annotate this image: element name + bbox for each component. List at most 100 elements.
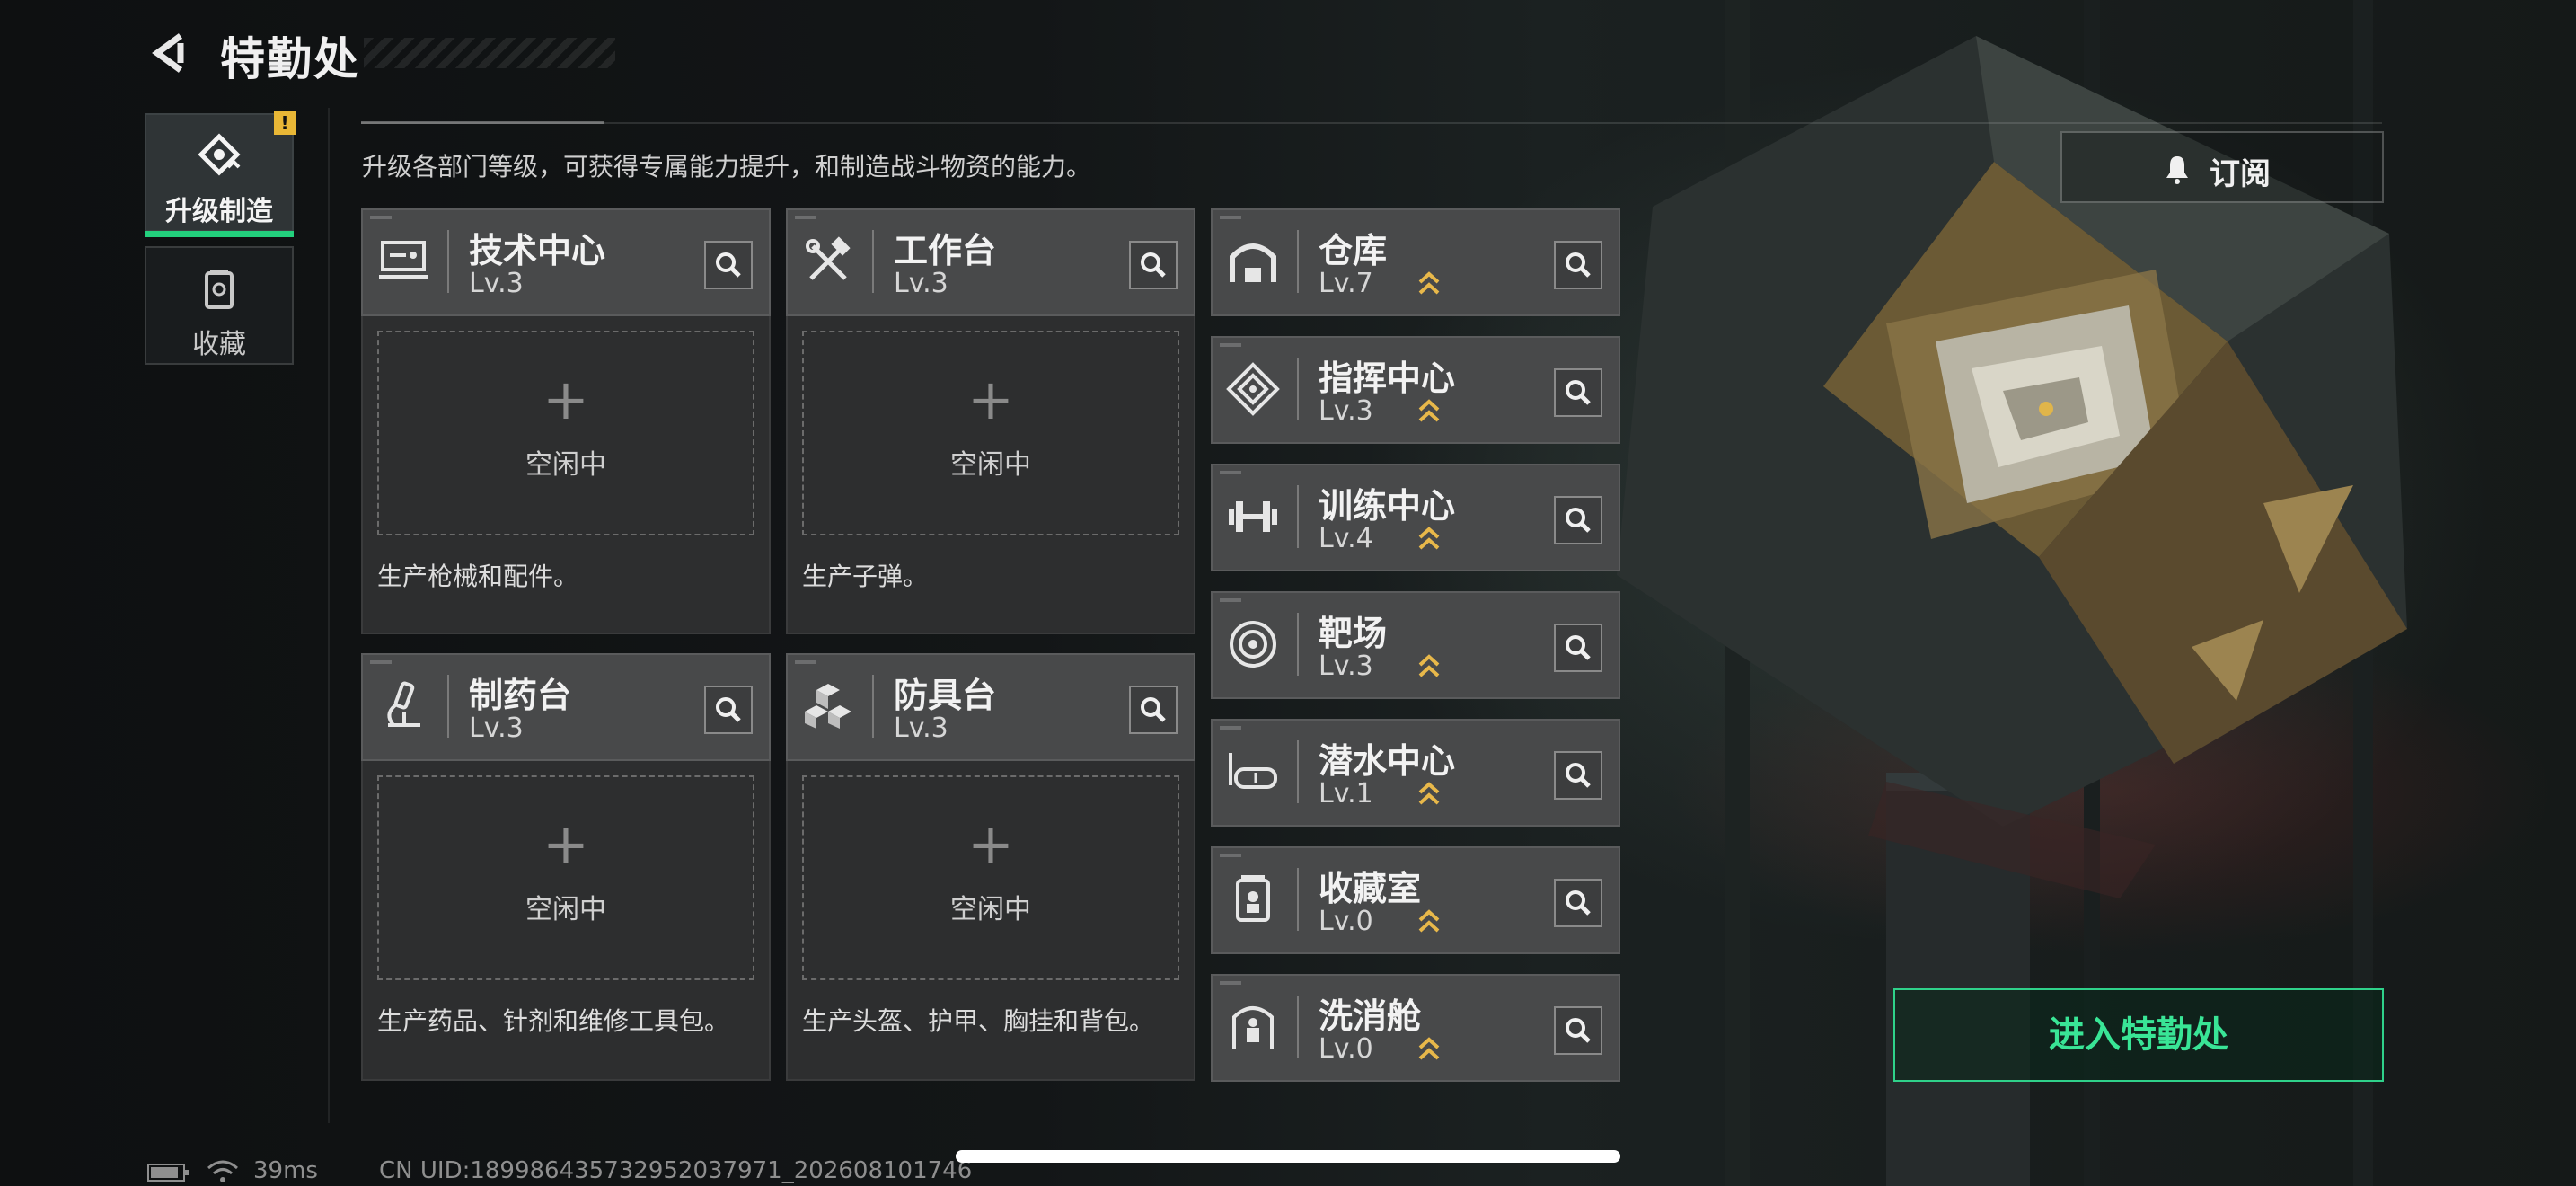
collection-icon bbox=[205, 270, 234, 309]
search-button[interactable] bbox=[1554, 751, 1602, 800]
facility-name: 工作台 bbox=[894, 231, 997, 270]
upgrade-available-icon bbox=[1418, 1037, 1440, 1060]
upgrade-craft-icon bbox=[198, 133, 241, 176]
user-uid: CN UID:18998643573295203797‍1_2026081017… bbox=[379, 1157, 973, 1184]
facility-name: 防具台 bbox=[894, 676, 997, 715]
facility-level: Lv.7 bbox=[1319, 268, 1373, 299]
facility-card-decontamination-chamber[interactable]: 洗消舱 Lv.0 bbox=[1211, 974, 1620, 1082]
search-icon bbox=[1566, 763, 1591, 788]
facility-name: 潜水中心 bbox=[1319, 741, 1456, 781]
armor-blocks-icon bbox=[805, 684, 851, 729]
facility-name: 收藏室 bbox=[1319, 869, 1422, 908]
card-separator bbox=[1297, 996, 1299, 1058]
search-button[interactable] bbox=[704, 241, 753, 289]
search-button[interactable] bbox=[1554, 1006, 1602, 1055]
facility-card-command-center[interactable]: 指挥中心 Lv.3 bbox=[1211, 336, 1620, 444]
facility-card-armor-bench[interactable]: 防具台 Lv.3 bbox=[786, 653, 1195, 761]
upgrade-available-icon bbox=[1418, 271, 1440, 295]
search-icon bbox=[1566, 1018, 1591, 1043]
facility-name: 技术中心 bbox=[469, 231, 606, 270]
nav-upgrade-craft[interactable]: 升级制造 ! bbox=[145, 111, 296, 237]
production-slot-pharmacy[interactable]: + 空闲中 生产药品、针剂和维修工具包。 bbox=[361, 761, 771, 1081]
card-corner-mark bbox=[1220, 471, 1241, 474]
bell-icon bbox=[2166, 156, 2188, 184]
facility-card-tech-center[interactable]: 技术中心 Lv.3 bbox=[361, 208, 771, 316]
search-button[interactable] bbox=[1554, 624, 1602, 672]
hammer-wrench-icon bbox=[806, 236, 851, 280]
add-icon: + bbox=[543, 811, 589, 877]
add-icon: + bbox=[967, 367, 1014, 432]
search-icon bbox=[1141, 252, 1166, 278]
subscribe-label: 订阅 bbox=[2210, 156, 2271, 192]
search-button[interactable] bbox=[1554, 879, 1602, 927]
card-separator bbox=[1297, 613, 1299, 676]
display-case-icon bbox=[1236, 875, 1270, 922]
search-icon bbox=[1566, 508, 1591, 533]
facility-level: Lv.3 bbox=[469, 268, 524, 299]
warehouse-icon bbox=[1230, 243, 1276, 282]
search-icon bbox=[1566, 380, 1591, 405]
production-slot-tech-center[interactable]: + 空闲中 生产枪械和配件。 bbox=[361, 316, 771, 634]
search-button[interactable] bbox=[1129, 241, 1178, 289]
card-corner-mark bbox=[370, 660, 392, 664]
production-slot-armor-bench[interactable]: + 空闲中 生产头盔、护甲、胸挂和背包。 bbox=[786, 761, 1195, 1081]
slot-status: 空闲中 bbox=[525, 449, 606, 481]
search-button[interactable] bbox=[1554, 241, 1602, 289]
production-slot-workbench[interactable]: + 空闲中 生产子弹。 bbox=[786, 316, 1195, 634]
search-icon bbox=[716, 252, 741, 278]
facility-card-workbench[interactable]: 工作台 Lv.3 bbox=[786, 208, 1195, 316]
card-separator bbox=[447, 675, 449, 738]
card-corner-mark bbox=[795, 660, 816, 664]
facility-name: 指挥中心 bbox=[1319, 358, 1456, 398]
page-title: 特勤处 bbox=[220, 33, 360, 85]
search-button[interactable] bbox=[1554, 368, 1602, 417]
home-indicator[interactable] bbox=[956, 1150, 1620, 1163]
enter-special-ops-button[interactable]: 进入特勤处 bbox=[1893, 988, 2384, 1082]
subscribe-button[interactable]: 订阅 bbox=[2060, 131, 2384, 203]
search-icon bbox=[1566, 252, 1591, 278]
card-separator bbox=[1297, 485, 1299, 548]
facility-level: Lv.3 bbox=[469, 712, 524, 744]
facility-card-shooting-range[interactable]: 靶场 Lv.3 bbox=[1211, 591, 1620, 699]
facility-card-collection-room[interactable]: 收藏室 Lv.0 bbox=[1211, 846, 1620, 954]
command-center-icon bbox=[1226, 362, 1280, 416]
facility-card-training-center[interactable]: 训练中心 Lv.4 bbox=[1211, 464, 1620, 571]
facility-card-pharmacy[interactable]: 制药台 Lv.3 bbox=[361, 653, 771, 761]
facility-level: Lv.0 bbox=[1319, 906, 1373, 937]
upgrade-available-icon bbox=[1418, 782, 1440, 805]
search-button[interactable] bbox=[1554, 496, 1602, 544]
facility-name: 洗消舱 bbox=[1319, 996, 1422, 1036]
search-button[interactable] bbox=[1129, 686, 1178, 734]
diving-mask-icon bbox=[1229, 753, 1277, 789]
wifi-icon bbox=[207, 1160, 238, 1182]
decon-chamber-icon bbox=[1232, 1006, 1274, 1049]
upgrade-available-icon bbox=[1418, 399, 1440, 422]
back-arrow-icon[interactable] bbox=[148, 31, 193, 75]
slot-status: 空闲中 bbox=[950, 894, 1031, 925]
card-corner-mark bbox=[370, 216, 392, 219]
facility-card-warehouse[interactable]: 仓库 Lv.7 bbox=[1211, 208, 1620, 316]
card-corner-mark bbox=[1220, 981, 1241, 985]
facility-card-diving-center[interactable]: 潜水中心 Lv.1 bbox=[1211, 719, 1620, 827]
card-separator bbox=[1297, 868, 1299, 931]
upgrade-available-icon bbox=[1418, 909, 1440, 933]
empty-slot-frame bbox=[377, 775, 754, 980]
empty-slot-frame bbox=[802, 775, 1179, 980]
facility-level: Lv.0 bbox=[1319, 1033, 1373, 1065]
microscope-icon bbox=[387, 681, 420, 727]
upgrade-available-icon bbox=[1418, 654, 1440, 677]
nav-collection[interactable]: 收藏 bbox=[145, 246, 294, 365]
card-corner-mark bbox=[1220, 598, 1241, 602]
search-icon bbox=[1566, 890, 1591, 916]
search-icon bbox=[1141, 697, 1166, 722]
alert-badge: ! bbox=[274, 111, 296, 135]
facility-name: 制药台 bbox=[469, 676, 572, 715]
facility-name: 训练中心 bbox=[1319, 486, 1456, 526]
empty-slot-frame bbox=[377, 331, 754, 535]
card-separator bbox=[1297, 740, 1299, 803]
add-icon: + bbox=[543, 367, 589, 432]
card-separator bbox=[872, 230, 874, 293]
search-button[interactable] bbox=[704, 686, 753, 734]
facility-level: Lv.3 bbox=[1319, 651, 1373, 682]
empty-slot-frame bbox=[802, 331, 1179, 535]
